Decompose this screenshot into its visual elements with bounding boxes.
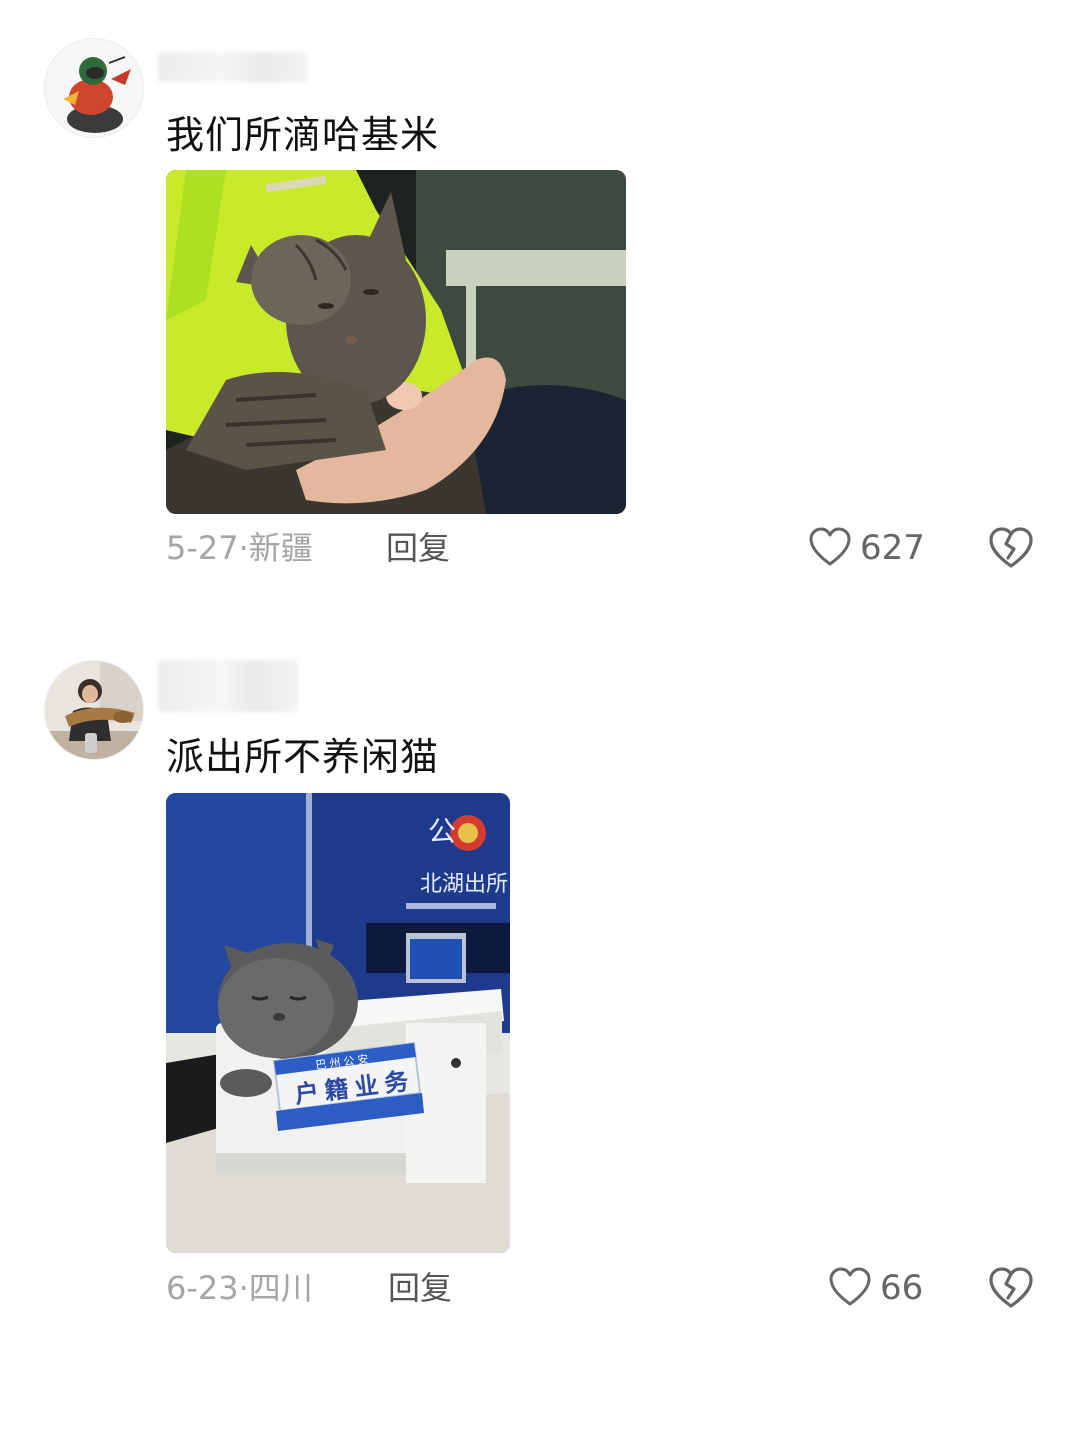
- avatar[interactable]: [44, 660, 144, 760]
- avatar[interactable]: [44, 38, 144, 138]
- dislike-button[interactable]: [987, 524, 1035, 572]
- comment-date: 6-23: [166, 1269, 239, 1307]
- comment-location: 新疆: [248, 529, 313, 567]
- comment-text: 我们所滴哈基米: [166, 113, 440, 157]
- comment-meta: 6-23·四川: [166, 1266, 313, 1310]
- reply-button[interactable]: 回复: [386, 526, 450, 570]
- comment-meta: 5-27·新疆: [166, 526, 313, 570]
- broken-heart-icon: [989, 527, 1033, 568]
- reply-button[interactable]: 回复: [388, 1266, 452, 1310]
- like-button[interactable]: 66: [828, 1264, 923, 1312]
- dislike-button[interactable]: [987, 1264, 1035, 1312]
- username-redacted[interactable]: [158, 660, 298, 712]
- comment-photo[interactable]: [166, 170, 626, 514]
- meta-separator: ·: [238, 529, 249, 567]
- comment-date: 5-27: [166, 529, 239, 567]
- comment-text: 派出所不养闲猫: [166, 735, 440, 779]
- meta-separator: ·: [238, 1269, 249, 1307]
- broken-heart-icon: [989, 1267, 1033, 1308]
- heart-outline-icon: [809, 527, 851, 566]
- like-button[interactable]: 627: [808, 524, 925, 572]
- username-redacted[interactable]: [158, 52, 308, 82]
- wall-sign-text: 北湖出所: [420, 871, 508, 896]
- like-count: 627: [860, 528, 925, 568]
- comment-location: 四川: [248, 1269, 313, 1307]
- comment-photo[interactable]: 公 北湖出所 巴 州 公 安 户 籍 业 务: [166, 793, 510, 1253]
- svg-text:公: 公: [428, 816, 456, 847]
- like-count: 66: [880, 1268, 924, 1308]
- heart-outline-icon: [829, 1267, 871, 1306]
